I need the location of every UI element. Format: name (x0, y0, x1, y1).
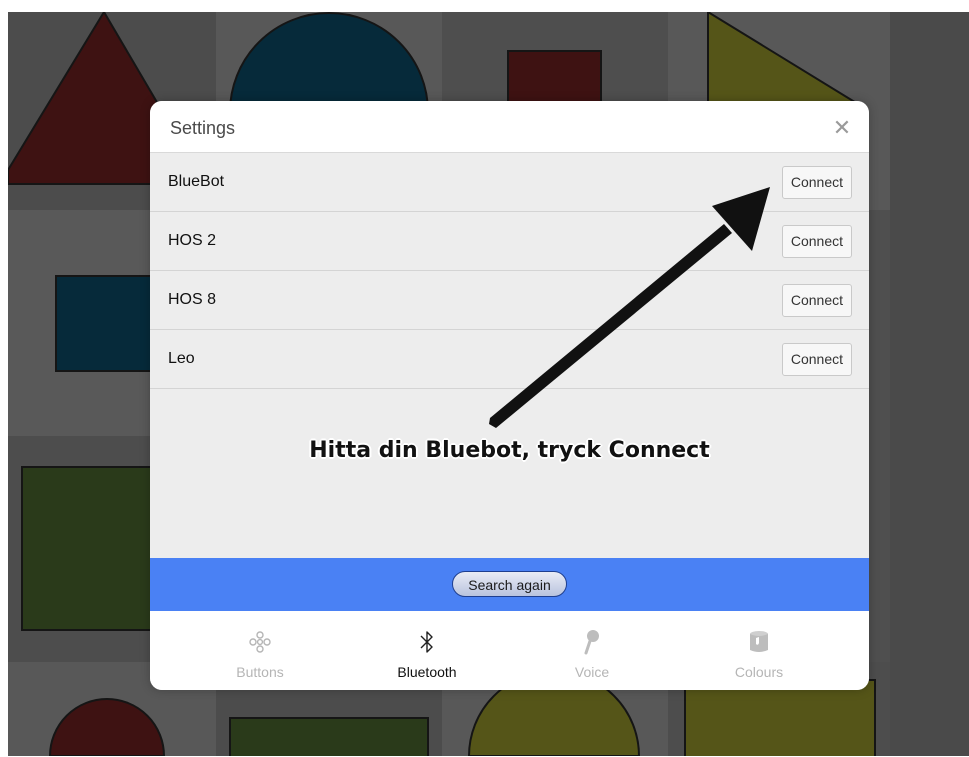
device-row-leo: Leo Connect (150, 330, 869, 389)
connect-button[interactable]: Connect (781, 284, 852, 317)
device-name: HOS 8 (168, 291, 217, 308)
instruction-annotation: Hitta din Bluebot, tryck Connect (309, 438, 710, 463)
microphone-icon (502, 629, 682, 655)
tab-buttons[interactable]: Buttons (170, 611, 350, 690)
paint-bucket-icon (669, 629, 849, 655)
buttons-icon (170, 629, 350, 655)
close-icon[interactable]: ✕ (832, 117, 852, 139)
tab-label: Buttons (236, 664, 284, 680)
tab-voice[interactable]: Voice (502, 611, 682, 690)
device-row-hos2: HOS 2 Connect (150, 212, 869, 271)
device-name: HOS 2 (168, 232, 217, 249)
tab-bluetooth[interactable]: Bluetooth (337, 611, 517, 690)
tab-label: Colours (734, 664, 784, 680)
connect-button[interactable]: Connect (781, 166, 852, 199)
tab-colours[interactable]: Colours (669, 611, 849, 690)
tab-label: Bluetooth (397, 664, 457, 680)
tab-label: Voice (574, 664, 610, 680)
connect-button[interactable]: Connect (781, 225, 852, 258)
device-row-hos8: HOS 8 Connect (150, 271, 869, 330)
dialog-title: Settings (170, 118, 236, 138)
settings-dialog: Settings ✕ BlueBot Connect HOS 2 Connect… (150, 101, 869, 690)
right-edge-panel (890, 12, 969, 756)
settings-tab-bar: Buttons Bluetooth Voice Colours (150, 611, 869, 690)
search-bar: Search again (150, 558, 869, 611)
search-again-button[interactable]: Search again (452, 571, 567, 597)
connect-button[interactable]: Connect (781, 343, 852, 376)
bluetooth-icon (337, 629, 517, 655)
device-name: Leo (168, 350, 195, 367)
device-row-bluebot: BlueBot Connect (150, 153, 869, 212)
device-name: BlueBot (168, 173, 225, 190)
dialog-header: Settings ✕ (150, 101, 869, 153)
